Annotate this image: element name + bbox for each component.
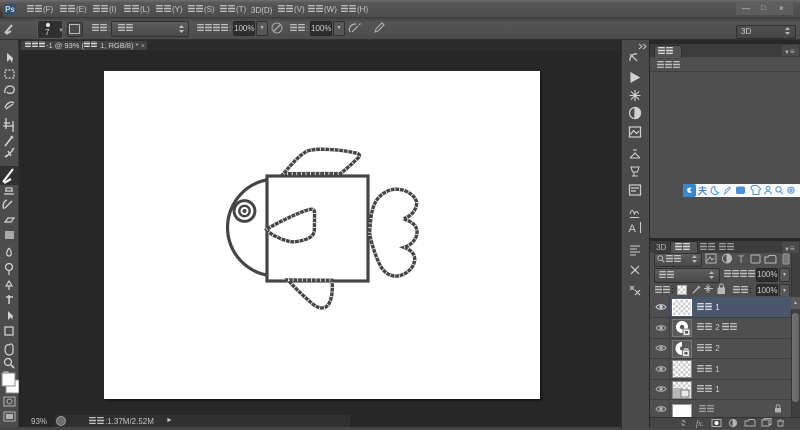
- svg-text:fx.: fx.: [696, 419, 704, 428]
- svg-text:T: T: [738, 255, 744, 266]
- svg-text:A: A: [629, 223, 637, 235]
